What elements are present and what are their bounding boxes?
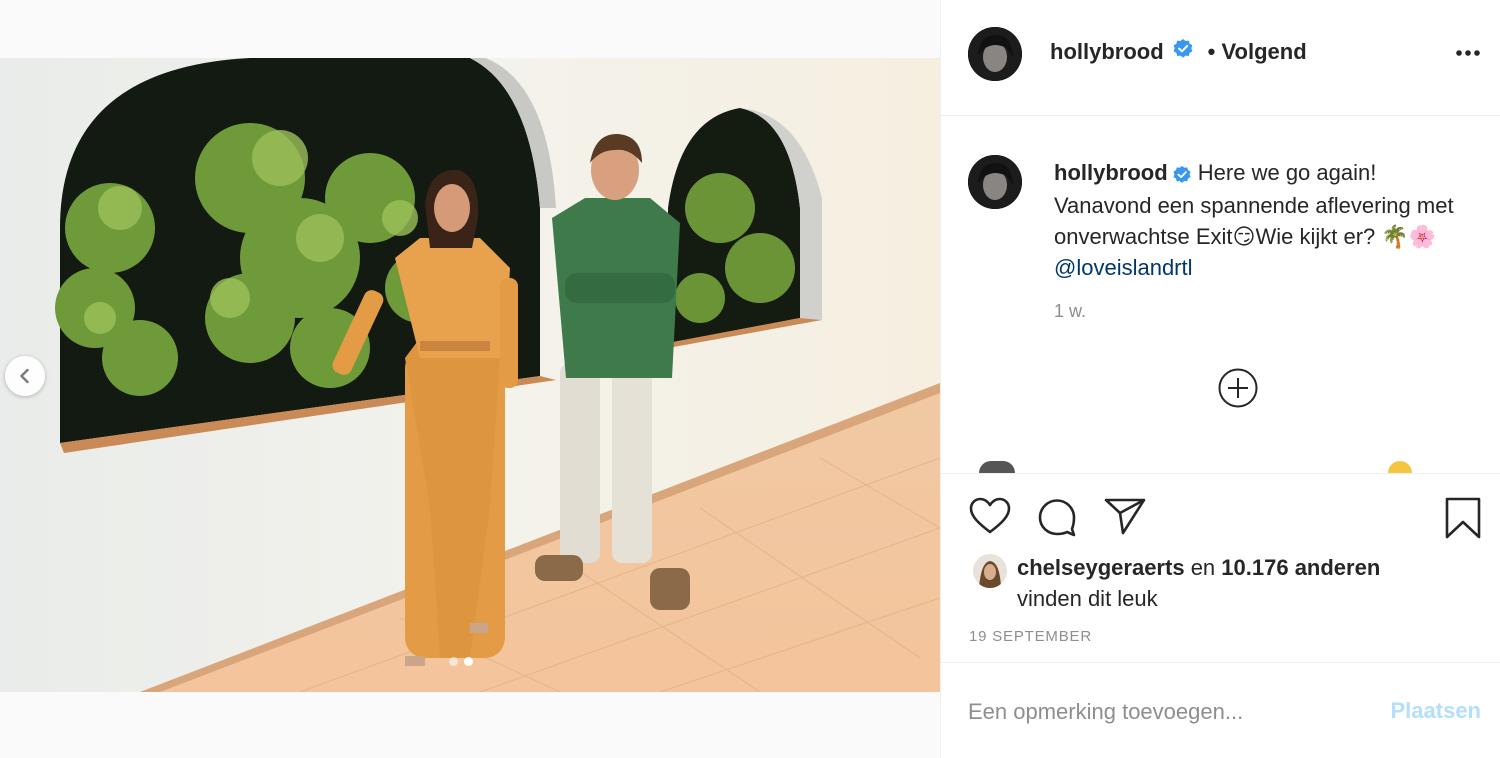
- likes-connector: en: [1190, 555, 1216, 580]
- verified-badge-icon: [1172, 38, 1194, 65]
- next-comment-emoji: [1388, 461, 1412, 473]
- comment-input[interactable]: [968, 694, 1368, 730]
- caption-author-avatar[interactable]: [968, 155, 1022, 209]
- comment-button[interactable]: [1036, 496, 1078, 543]
- likes-count-link[interactable]: 10.176 anderen: [1221, 555, 1380, 580]
- likes-summary: chelseygeraerts en 10.176 anderen vinden…: [973, 552, 1380, 614]
- comment-bubble-icon: [1038, 499, 1076, 537]
- save-button[interactable]: [1444, 496, 1482, 545]
- likes-text: chelseygeraerts en 10.176 anderen vinden…: [1017, 552, 1380, 614]
- likes-suffix: vinden dit leuk: [1017, 586, 1158, 611]
- post-date[interactable]: 19 SEPTEMBER: [969, 628, 1092, 645]
- caption-mention-link[interactable]: @loveislandrtl: [1054, 255, 1193, 280]
- header-user-line: hollybrood • Volgend: [1050, 38, 1307, 65]
- plus-circle-icon: [1218, 368, 1258, 408]
- share-button[interactable]: [1103, 496, 1147, 541]
- add-comment-bar: Plaatsen: [941, 664, 1500, 758]
- carousel-indicator: [449, 657, 473, 666]
- author-username[interactable]: hollybrood: [1050, 39, 1164, 65]
- post-header: hollybrood • Volgend: [941, 0, 1500, 116]
- caption-timestamp[interactable]: 1 w.: [1054, 301, 1086, 322]
- carousel-dot-active: [464, 657, 473, 666]
- post-sidebar: hollybrood • Volgend hollybrood Here we …: [941, 0, 1500, 758]
- more-options-icon: [1456, 50, 1480, 56]
- author-avatar[interactable]: [968, 27, 1022, 81]
- carousel-prev-button[interactable]: [5, 356, 45, 396]
- carousel-dot: [449, 657, 458, 666]
- more-options-button[interactable]: [1456, 44, 1480, 62]
- liker-avatar[interactable]: [973, 554, 1007, 588]
- photo-illustration: [0, 58, 940, 692]
- heart-icon: [969, 497, 1011, 534]
- like-button[interactable]: [968, 496, 1012, 541]
- post-photo[interactable]: [0, 58, 940, 692]
- verified-badge-icon: [1172, 159, 1192, 190]
- post-media-area: [0, 0, 940, 758]
- chevron-left-icon: [20, 368, 29, 384]
- liker-username[interactable]: chelseygeraerts: [1017, 555, 1185, 580]
- paper-plane-icon: [1104, 498, 1146, 535]
- follow-status-label[interactable]: Volgend: [1221, 39, 1306, 64]
- post-actions-area: chelseygeraerts en 10.176 anderen vinden…: [941, 473, 1500, 663]
- avatar-image: [968, 155, 1022, 209]
- avatar-image: [973, 554, 1007, 588]
- follow-status[interactable]: • Volgend: [1208, 39, 1307, 65]
- post-comment-button[interactable]: Plaatsen: [1391, 698, 1482, 724]
- caption-text: hollybrood Here we go again! Vanavond ee…: [1054, 157, 1474, 283]
- bookmark-icon: [1445, 497, 1481, 539]
- next-comment-avatar: [979, 461, 1015, 473]
- comments-area: hollybrood Here we go again! Vanavond ee…: [941, 117, 1500, 473]
- caption-username[interactable]: hollybrood: [1054, 160, 1168, 185]
- load-more-comments-button[interactable]: [1217, 367, 1259, 414]
- avatar-image: [968, 27, 1022, 81]
